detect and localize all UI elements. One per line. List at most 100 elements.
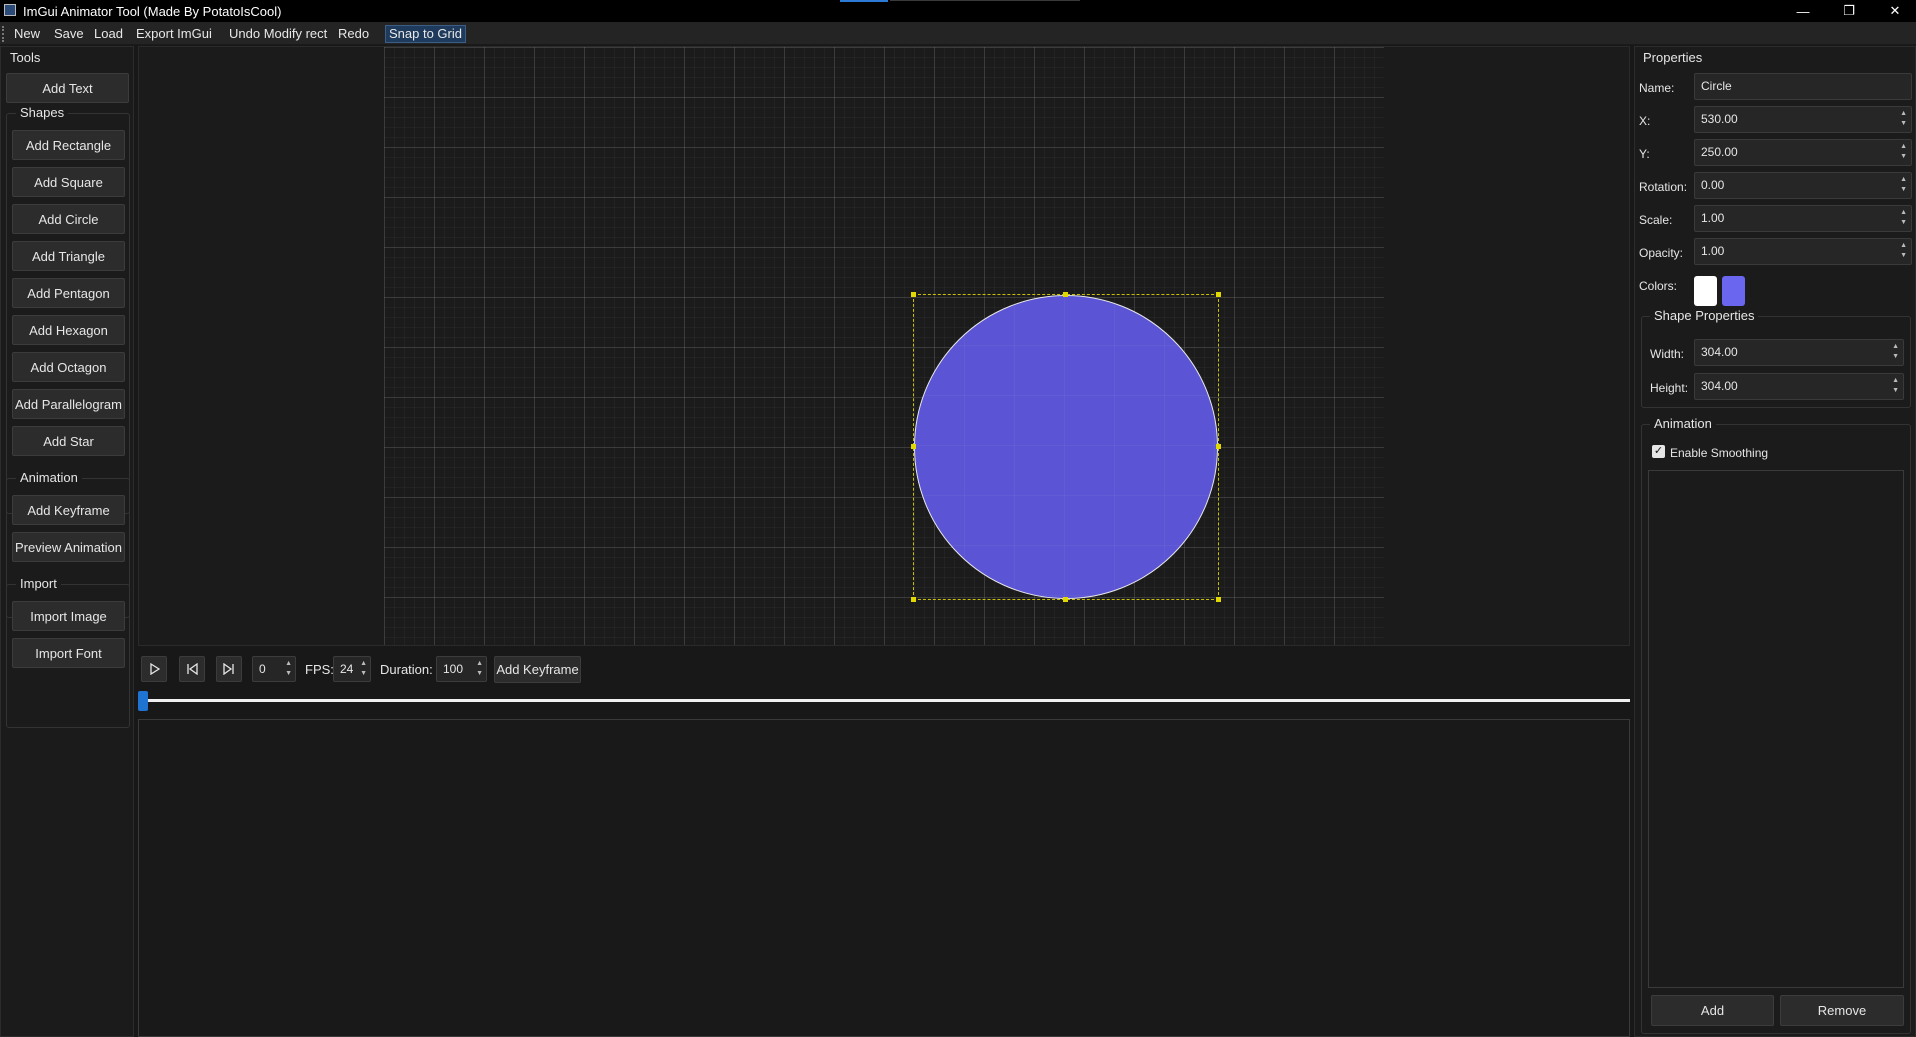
add-star-button[interactable]: Add Star bbox=[12, 426, 125, 456]
frame-input[interactable]: 0 ▲ ▼ bbox=[252, 656, 296, 682]
keyframe-track-area[interactable] bbox=[138, 719, 1630, 1037]
next-frame-button[interactable] bbox=[216, 656, 242, 682]
resize-handle-bottom-right[interactable] bbox=[1216, 597, 1221, 602]
menu-new[interactable]: New bbox=[11, 25, 43, 43]
enable-smoothing-label: Enable Smoothing bbox=[1670, 446, 1769, 460]
shapes-title: Shapes bbox=[16, 105, 69, 120]
scale-stepper-icon[interactable]: ▲ ▼ bbox=[1900, 208, 1907, 228]
enable-smoothing-checkbox[interactable]: ✓ bbox=[1652, 445, 1665, 458]
height-stepper-icon[interactable]: ▲ ▼ bbox=[1892, 376, 1899, 396]
add-circle-button[interactable]: Add Circle bbox=[12, 204, 125, 234]
rotation-label: Rotation: bbox=[1639, 180, 1688, 194]
keyframe-list[interactable] bbox=[1648, 470, 1904, 988]
rotation-stepper-icon[interactable]: ▲ ▼ bbox=[1900, 175, 1907, 195]
height-value: 304.00 bbox=[1701, 379, 1738, 393]
canvas-grid bbox=[384, 47, 1384, 645]
add-parallelogram-button[interactable]: Add Parallelogram bbox=[12, 389, 125, 419]
fps-label: FPS: bbox=[305, 662, 334, 677]
import-image-button[interactable]: Import Image bbox=[12, 601, 125, 631]
restore-icon: ❐ bbox=[1843, 3, 1855, 18]
width-stepper-icon[interactable]: ▲ ▼ bbox=[1892, 342, 1899, 362]
height-label: Height: bbox=[1650, 381, 1689, 395]
y-input[interactable]: 250.00 ▲ ▼ bbox=[1694, 139, 1912, 166]
width-input[interactable]: 304.00 ▲ ▼ bbox=[1694, 339, 1904, 366]
app-icon bbox=[4, 4, 16, 16]
tools-title: Tools bbox=[10, 50, 41, 65]
resize-handle-bottom[interactable] bbox=[1063, 597, 1068, 602]
add-text-button[interactable]: Add Text bbox=[6, 73, 129, 103]
name-input[interactable]: Circle bbox=[1694, 73, 1912, 100]
animation-tools-title: Animation bbox=[16, 470, 82, 485]
resize-handle-top[interactable] bbox=[1063, 292, 1068, 297]
add-hexagon-button[interactable]: Add Hexagon bbox=[12, 315, 125, 345]
add-triangle-button[interactable]: Add Triangle bbox=[12, 241, 125, 271]
fps-value: 24 bbox=[340, 662, 354, 676]
opacity-input[interactable]: 1.00 ▲ ▼ bbox=[1694, 238, 1912, 265]
resize-handle-bottom-left[interactable] bbox=[911, 597, 916, 602]
scale-input[interactable]: 1.00 ▲ ▼ bbox=[1694, 205, 1912, 232]
skip-back-icon bbox=[187, 663, 198, 675]
opacity-stepper-icon[interactable]: ▲ ▼ bbox=[1900, 241, 1907, 261]
add-keyframe-tool-button[interactable]: Add Keyframe bbox=[12, 495, 125, 525]
preview-animation-button[interactable]: Preview Animation bbox=[12, 532, 125, 562]
window-title: ImGui Animator Tool (Made By PotatoIsCoo… bbox=[23, 4, 282, 19]
timeline-add-keyframe-button[interactable]: Add Keyframe bbox=[494, 656, 581, 683]
title-accent-line bbox=[890, 0, 1080, 1]
color-swatch-outline[interactable] bbox=[1694, 276, 1717, 306]
resize-handle-top-left[interactable] bbox=[911, 292, 916, 297]
duration-value: 100 bbox=[443, 662, 464, 676]
maximize-button[interactable]: ❐ bbox=[1826, 0, 1872, 22]
x-value: 530.00 bbox=[1701, 112, 1738, 126]
fps-input[interactable]: 24 ▲ ▼ bbox=[333, 656, 371, 682]
height-input[interactable]: 304.00 ▲ ▼ bbox=[1694, 373, 1904, 400]
import-title: Import bbox=[16, 576, 61, 591]
opacity-label: Opacity: bbox=[1639, 246, 1684, 260]
rotation-input[interactable]: 0.00 ▲ ▼ bbox=[1694, 172, 1912, 199]
menu-save[interactable]: Save bbox=[51, 25, 87, 43]
add-keyframe-list-button[interactable]: Add bbox=[1651, 995, 1774, 1026]
menu-load[interactable]: Load bbox=[91, 25, 126, 43]
x-stepper-icon[interactable]: ▲ ▼ bbox=[1900, 109, 1907, 129]
duration-label: Duration: bbox=[380, 662, 433, 677]
menu-export-imgui[interactable]: Export ImGui bbox=[133, 25, 215, 43]
shape-properties-group: Shape Properties Width: 304.00 ▲ ▼ Height… bbox=[1641, 308, 1911, 408]
skip-forward-icon bbox=[223, 663, 234, 675]
resize-handle-top-right[interactable] bbox=[1216, 292, 1221, 297]
menu-redo[interactable]: Redo bbox=[335, 25, 372, 43]
remove-keyframe-button[interactable]: Remove bbox=[1780, 995, 1904, 1026]
duration-stepper-icon[interactable]: ▲ ▼ bbox=[476, 659, 483, 679]
frame-stepper-icon[interactable]: ▲ ▼ bbox=[285, 659, 292, 679]
canvas[interactable] bbox=[138, 46, 1630, 646]
color-swatch-fill[interactable] bbox=[1722, 276, 1745, 306]
prev-frame-button[interactable] bbox=[179, 656, 205, 682]
scale-value: 1.00 bbox=[1701, 211, 1725, 225]
menu-snap-to-grid[interactable]: Snap to Grid bbox=[385, 25, 466, 43]
import-font-button[interactable]: Import Font bbox=[12, 638, 125, 668]
close-button[interactable]: ✕ bbox=[1872, 0, 1916, 22]
add-octagon-button[interactable]: Add Octagon bbox=[12, 352, 125, 382]
timeline-slider-thumb[interactable] bbox=[138, 691, 148, 711]
scale-label: Scale: bbox=[1639, 213, 1673, 227]
play-button[interactable] bbox=[141, 656, 167, 682]
menu-grip bbox=[2, 26, 4, 42]
duration-input[interactable]: 100 ▲ ▼ bbox=[436, 656, 487, 682]
add-square-button[interactable]: Add Square bbox=[12, 167, 125, 197]
title-accent bbox=[840, 0, 888, 2]
y-stepper-icon[interactable]: ▲ ▼ bbox=[1900, 142, 1907, 162]
menu-bar: New Save Load Export ImGui Undo Modify r… bbox=[0, 22, 1916, 45]
menu-undo[interactable]: Undo Modify rect bbox=[226, 25, 330, 43]
play-icon bbox=[150, 663, 160, 675]
minimize-button[interactable]: — bbox=[1780, 0, 1826, 22]
resize-handle-right[interactable] bbox=[1216, 444, 1221, 449]
resize-handle-left[interactable] bbox=[911, 444, 916, 449]
import-group: Import Import Image Import Font bbox=[6, 576, 130, 728]
selected-circle-shape[interactable] bbox=[911, 292, 1221, 602]
add-rectangle-button[interactable]: Add Rectangle bbox=[12, 130, 125, 160]
add-pentagon-button[interactable]: Add Pentagon bbox=[12, 278, 125, 308]
shapes-group: Shapes Add Rectangle Add Square Add Circ… bbox=[6, 105, 130, 514]
selection-box bbox=[913, 294, 1219, 600]
colors-label: Colors: bbox=[1639, 279, 1678, 293]
timeline-slider-track[interactable] bbox=[141, 699, 1630, 702]
x-input[interactable]: 530.00 ▲ ▼ bbox=[1694, 106, 1912, 133]
fps-stepper-icon[interactable]: ▲ ▼ bbox=[360, 659, 367, 679]
